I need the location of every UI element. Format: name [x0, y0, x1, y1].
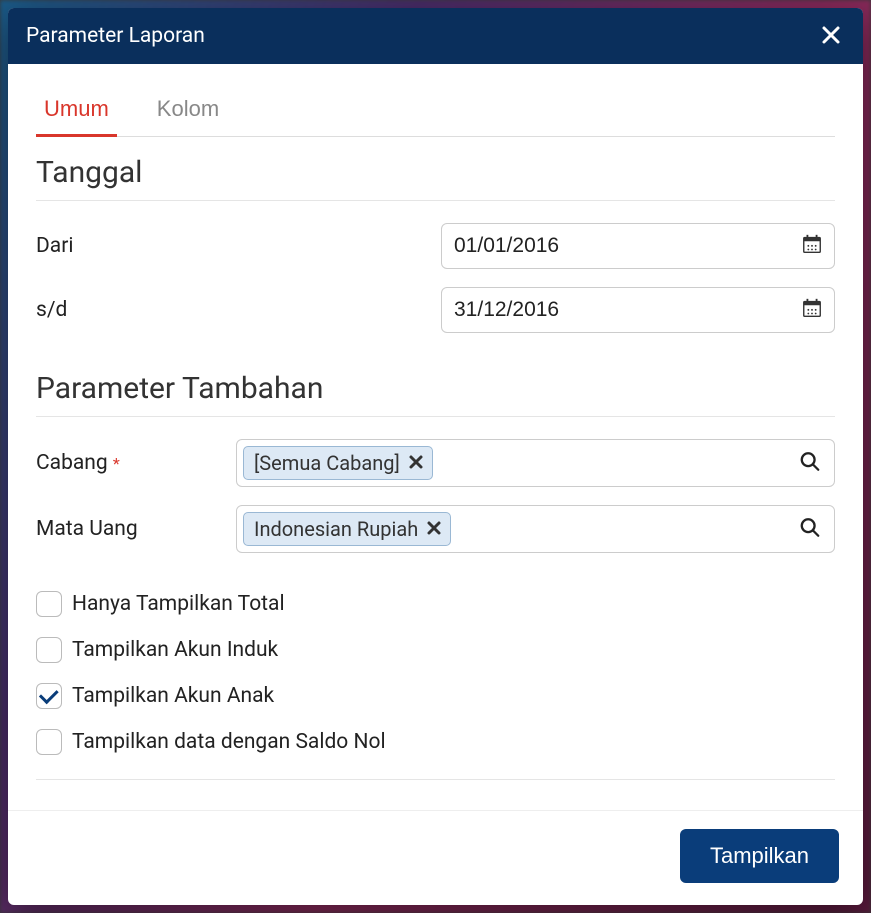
checkbox-label-hanya-total[interactable]: Hanya Tampilkan Total: [72, 592, 285, 616]
field-cabang: Cabang * [Semua Cabang]: [36, 439, 835, 487]
checkbox-row-akun-induk: Tampilkan Akun Induk: [36, 637, 835, 663]
tag-cabang-label: [Semua Cabang]: [254, 451, 400, 475]
search-icon: [799, 527, 821, 542]
label-cabang-text: Cabang: [36, 451, 108, 475]
tab-umum[interactable]: Umum: [36, 84, 117, 136]
tag-input-cabang[interactable]: [Semua Cabang]: [236, 439, 835, 487]
field-mata-uang: Mata Uang Indonesian Rupiah: [36, 505, 835, 553]
input-wrap-dari: [441, 223, 835, 269]
modal-title: Parameter Laporan: [26, 24, 205, 48]
field-dari: Dari: [36, 223, 835, 269]
required-marker: *: [113, 454, 120, 473]
input-wrap-mata-uang: Indonesian Rupiah: [236, 505, 835, 553]
close-icon: [821, 20, 841, 51]
tag-mata-uang-label: Indonesian Rupiah: [254, 517, 418, 541]
checkbox-saldo-nol[interactable]: [36, 729, 62, 755]
tag-mata-uang: Indonesian Rupiah: [243, 512, 451, 546]
report-parameter-modal: Parameter Laporan Umum Kolom Tanggal Dar…: [8, 8, 863, 905]
input-wrap-cabang: [Semua Cabang]: [236, 439, 835, 487]
modal-body: Umum Kolom Tanggal Dari s/d Paramet: [8, 64, 863, 810]
checkbox-akun-induk[interactable]: [36, 637, 62, 663]
tag-mata-uang-remove[interactable]: [426, 520, 442, 539]
label-mata-uang: Mata Uang: [36, 517, 236, 541]
checkbox-row-saldo-nol: Tampilkan data dengan Saldo Nol: [36, 729, 835, 755]
label-cabang: Cabang *: [36, 451, 236, 475]
tag-cabang-remove[interactable]: [408, 454, 424, 473]
remove-icon: [408, 454, 424, 473]
search-mata-uang-button[interactable]: [793, 511, 827, 548]
input-dari[interactable]: [441, 223, 835, 269]
checkbox-label-akun-induk[interactable]: Tampilkan Akun Induk: [72, 638, 278, 662]
label-sd: s/d: [36, 298, 441, 322]
input-wrap-sd: [441, 287, 835, 333]
checkbox-row-hanya-total: Hanya Tampilkan Total: [36, 591, 835, 617]
remove-icon: [426, 520, 442, 539]
section-title-tanggal: Tanggal: [36, 155, 835, 201]
tag-input-mata-uang[interactable]: Indonesian Rupiah: [236, 505, 835, 553]
checkbox-label-saldo-nol[interactable]: Tampilkan data dengan Saldo Nol: [72, 730, 386, 754]
search-cabang-button[interactable]: [793, 445, 827, 482]
tampilkan-button[interactable]: Tampilkan: [680, 829, 839, 883]
checkbox-label-akun-anak[interactable]: Tampilkan Akun Anak: [72, 684, 274, 708]
field-sd: s/d: [36, 287, 835, 333]
tab-bar: Umum Kolom: [36, 84, 835, 137]
section-title-parameter-tambahan: Parameter Tambahan: [36, 371, 835, 417]
input-sd[interactable]: [441, 287, 835, 333]
tag-cabang: [Semua Cabang]: [243, 446, 433, 480]
close-button[interactable]: [817, 22, 845, 50]
checkbox-akun-anak[interactable]: [36, 683, 62, 709]
checkbox-hanya-total[interactable]: [36, 591, 62, 617]
checkbox-row-akun-anak: Tampilkan Akun Anak: [36, 683, 835, 709]
label-dari: Dari: [36, 234, 441, 258]
tab-kolom[interactable]: Kolom: [149, 84, 227, 136]
modal-header: Parameter Laporan: [8, 8, 863, 64]
modal-footer: Tampilkan: [8, 810, 863, 905]
search-icon: [799, 461, 821, 476]
